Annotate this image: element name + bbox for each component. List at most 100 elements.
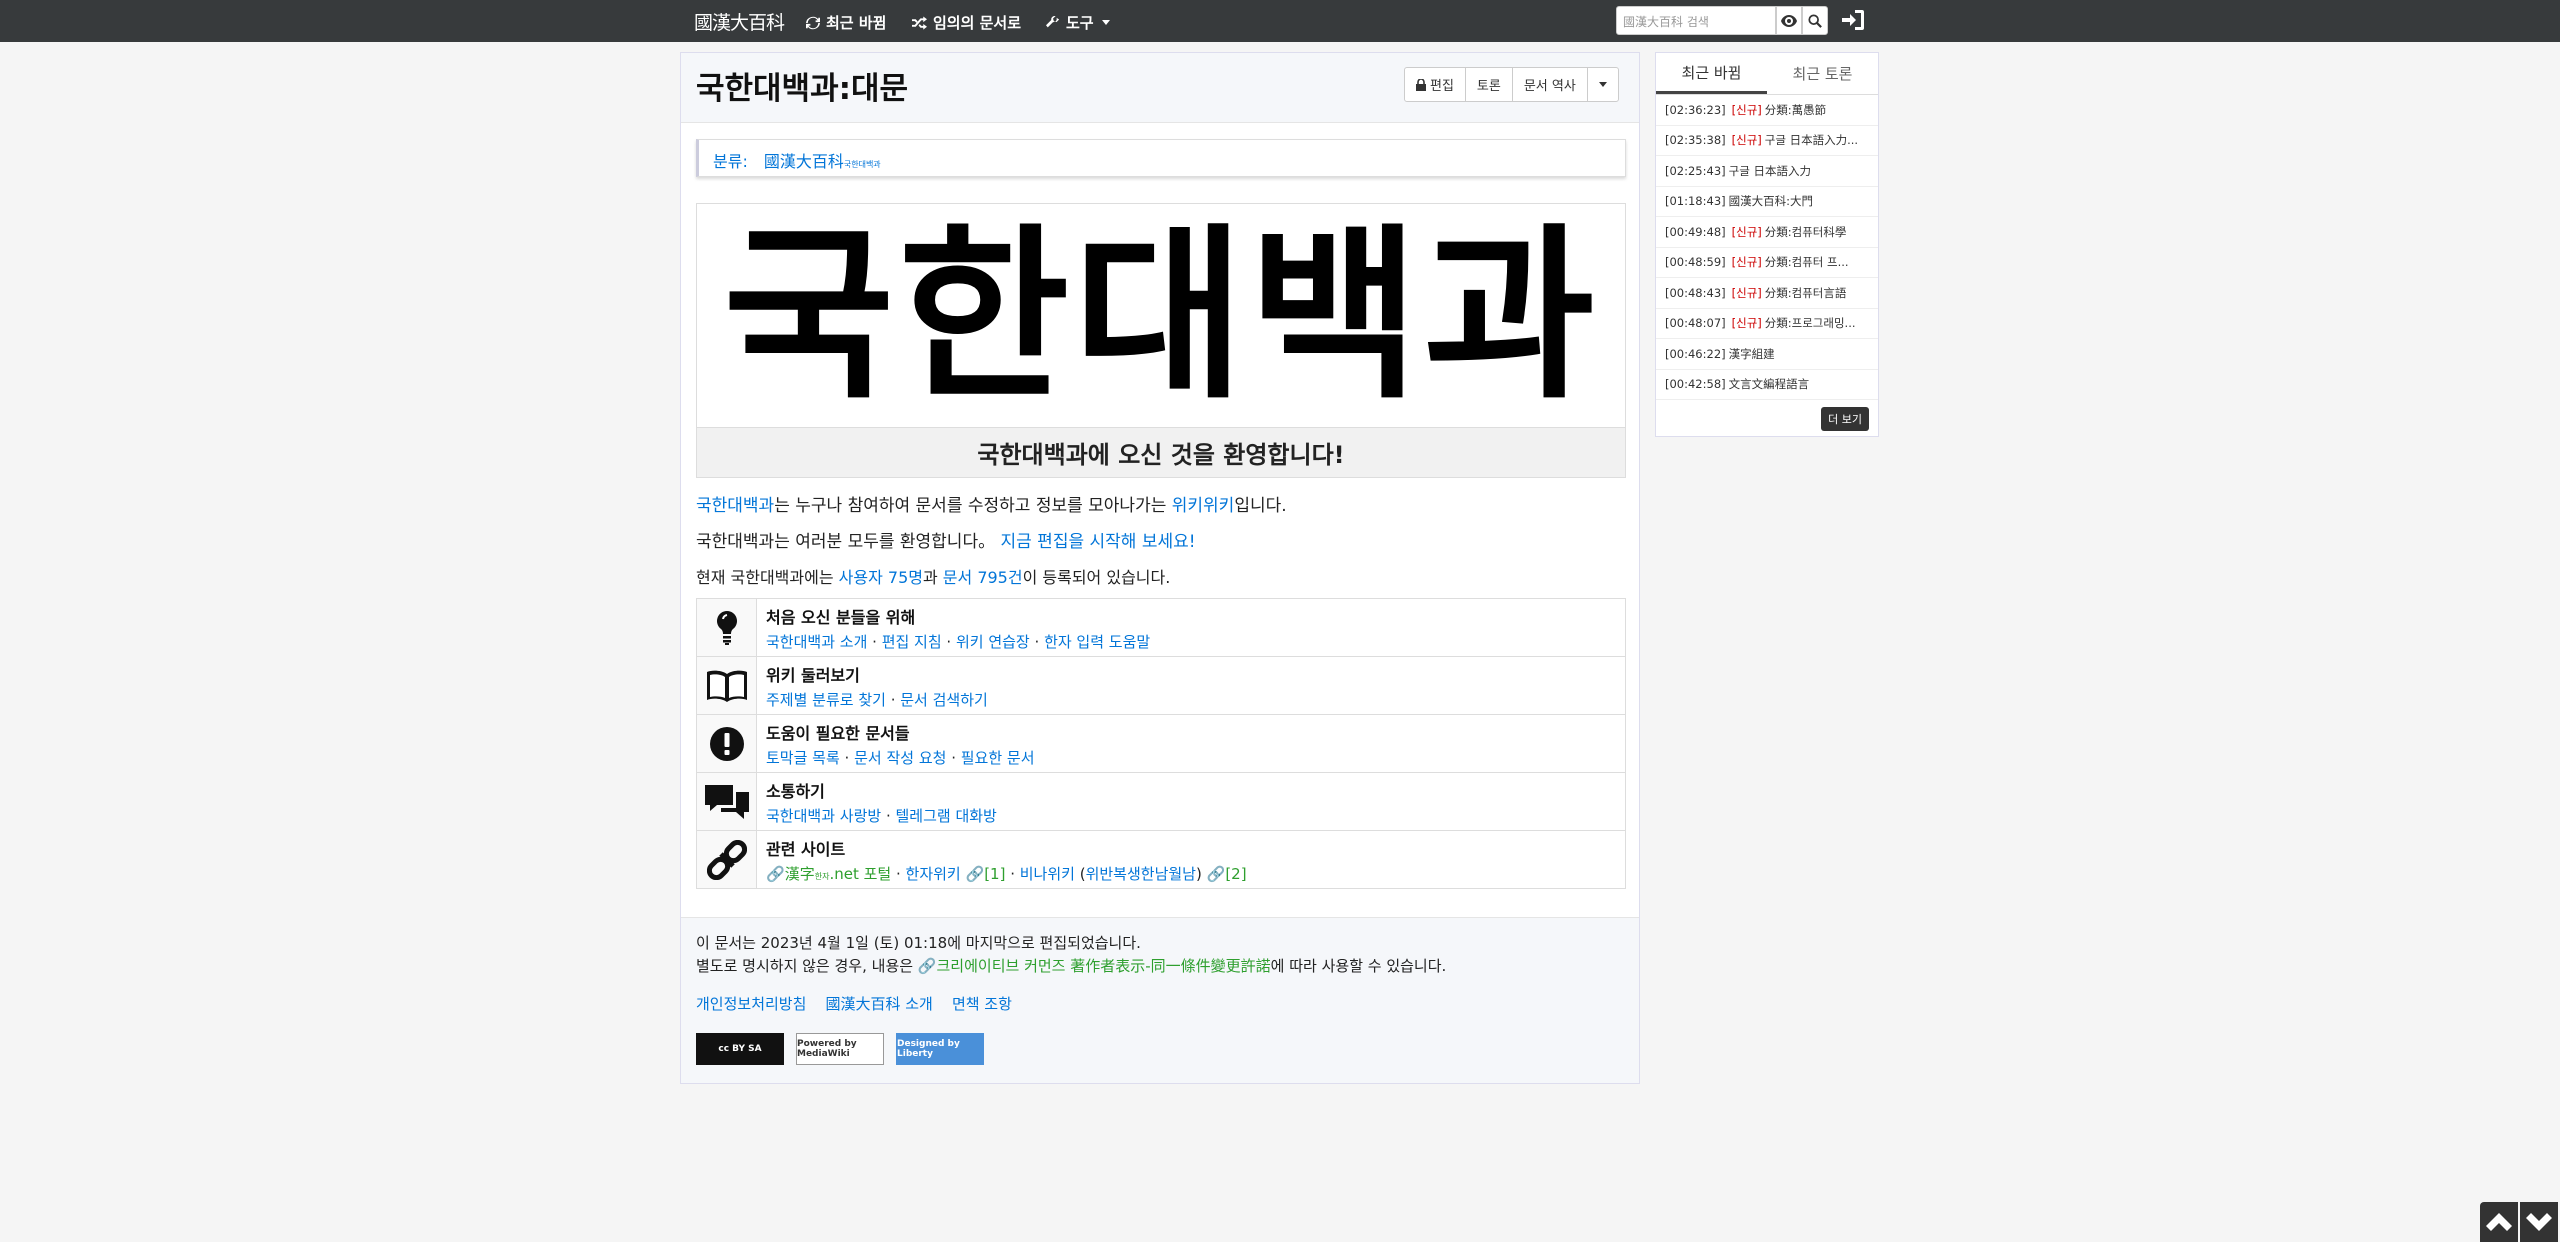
- sandbox-link[interactable]: 위키 연습장: [956, 633, 1030, 651]
- recent-change-title: 文言文編程語言: [1728, 377, 1810, 392]
- recent-change-item[interactable]: [00:42:58] 文言文編程語言: [1656, 370, 1878, 400]
- external-ref-2-link[interactable]: 🔗[2]: [1207, 865, 1247, 883]
- category-label[interactable]: 분류:: [713, 148, 748, 172]
- title-bar: 국한대백과:대문 편집 토론 문서 역사: [681, 53, 1639, 123]
- browse-categories-link[interactable]: 주제별 분류로 찾기: [766, 691, 886, 709]
- vina-wiki-alt-link[interactable]: 위반복생한남월남: [1086, 865, 1196, 883]
- stubs-link[interactable]: 토막글 목록: [766, 749, 840, 767]
- external-ref-2-text: [2]: [1225, 865, 1247, 883]
- hanja-net-main: 漢字: [784, 865, 815, 883]
- recent-change-title: 分類:컴퓨터 프...: [1764, 255, 1849, 270]
- telegram-link[interactable]: 텔레그램 대화방: [895, 807, 996, 825]
- edit-policy-link[interactable]: 편집 지침: [882, 633, 942, 651]
- guide-links: 토막글 목록 · 문서 작성 요청 · 필요한 문서: [766, 749, 1035, 767]
- nav-tools-dropdown[interactable]: 도구: [1046, 12, 1110, 33]
- recent-change-title: 漢字組建: [1728, 346, 1775, 361]
- recent-change-item[interactable]: [02:36:23] [신규] 分類:萬愚節: [1656, 95, 1878, 126]
- edit-label: 편집: [1430, 79, 1454, 94]
- refresh-icon: [806, 16, 820, 29]
- external-link-icon: 🔗: [766, 865, 785, 883]
- category-link-sub: 국한대백과: [843, 160, 881, 169]
- site-link[interactable]: 국한대백과: [696, 496, 774, 516]
- recent-change-time: [00:48:59]: [1665, 255, 1726, 270]
- new-badge: [신규]: [1731, 255, 1762, 270]
- users-count-link[interactable]: 사용자 75명: [839, 568, 923, 587]
- history-button[interactable]: 문서 역사: [1513, 68, 1588, 101]
- vina-wiki-link[interactable]: 비나위키: [1020, 865, 1075, 883]
- login-button[interactable]: [1842, 10, 1864, 34]
- guide-title: 소통하기: [766, 782, 825, 801]
- license-link[interactable]: 🔗크리에이티브 커먼즈 著作者表示-同一條件變更許諾: [918, 957, 1271, 975]
- banner-logo-text: 국한대백과: [723, 206, 1599, 424]
- intro-paragraph: 국한대백과는 누구나 참여하여 문서를 수정하고 정보를 모아나가는 위키위키입…: [696, 491, 1287, 516]
- recent-change-item[interactable]: [00:48:07] [신규] 分類:프로그래밍...: [1656, 309, 1878, 339]
- guide-title: 처음 오신 분들을 위해: [766, 608, 916, 627]
- recent-change-time: [00:42:58]: [1665, 377, 1726, 392]
- external-ref-1-text: [1]: [984, 865, 1006, 883]
- nav-tools-label: 도구: [1066, 14, 1094, 32]
- recent-change-item[interactable]: [02:25:43] 구글 日本語入力: [1656, 156, 1878, 187]
- nav-recent-changes[interactable]: 최근 바뀜: [806, 12, 886, 33]
- disclaimer-link[interactable]: 면책 조항: [952, 995, 1012, 1013]
- recent-change-item[interactable]: [01:18:43] 國漢大百科:大門: [1656, 187, 1878, 217]
- guide-table: 처음 오신 분들을 위해 국한대백과 소개 · 편집 지침 · 위키 연습장 ·…: [696, 598, 1626, 889]
- requests-link[interactable]: 문서 작성 요청: [854, 749, 946, 767]
- wiki-link[interactable]: 위키위키: [1172, 496, 1235, 516]
- recent-change-item[interactable]: [00:48:43] [신규] 分類:컴퓨터言語: [1656, 278, 1878, 309]
- external-ref-1-link[interactable]: 🔗[1]: [966, 865, 1006, 883]
- stats-pre: 현재 국한대백과에는: [696, 568, 839, 587]
- last-edited-text: 이 문서는 2023년 4월 1일 (토) 01:18에 마지막으로 편집되었습…: [696, 934, 1141, 952]
- scroll-top-button[interactable]: [2480, 1202, 2518, 1242]
- main-content: 국한대백과:대문 편집 토론 문서 역사 분류: 國漢大百科국한대백과 국한대백…: [680, 52, 1640, 1084]
- discuss-button[interactable]: 토론: [1466, 68, 1513, 101]
- start-editing-link[interactable]: 지금 편집을 시작해 보세요!: [1001, 532, 1196, 552]
- guide-links: 주제별 분류로 찾기 · 문서 검색하기: [766, 691, 988, 709]
- recent-change-time: [02:36:23]: [1665, 102, 1726, 117]
- recent-change-item[interactable]: [02:35:38] [신규] 구글 日本語入力...: [1656, 126, 1878, 156]
- liberty-skin-badge[interactable]: Designed by Liberty: [896, 1033, 984, 1065]
- category-link[interactable]: 國漢大百科국한대백과: [764, 148, 881, 172]
- guide-title: 관련 사이트: [766, 840, 846, 859]
- search-input[interactable]: 國漢大百科 검색: [1616, 6, 1776, 35]
- docs-count-link[interactable]: 문서 795건: [943, 568, 1023, 587]
- village-pump-link[interactable]: 국한대백과 사랑방: [766, 807, 881, 825]
- site-brand[interactable]: 國漢大百科: [694, 8, 785, 35]
- hanja-wiki-link[interactable]: 한자위키: [906, 865, 961, 883]
- search-docs-link[interactable]: 문서 검색하기: [900, 691, 988, 709]
- recent-change-item[interactable]: [00:46:22] 漢字組建: [1656, 339, 1878, 370]
- shuffle-icon: [912, 15, 927, 30]
- license-text: 별도로 명시하지 않은 경우, 내용은 🔗크리에이티브 커먼즈 著作者表示-同一…: [696, 955, 1446, 976]
- recent-change-time: [02:35:38]: [1665, 133, 1726, 148]
- search-button[interactable]: [1802, 6, 1828, 35]
- about-site-link[interactable]: 國漢大百科 소개: [825, 995, 932, 1013]
- external-link-icon: 🔗: [965, 865, 985, 883]
- recent-change-item[interactable]: [00:48:59] [신규] 分類:컴퓨터 프...: [1656, 248, 1878, 278]
- search-preview-button[interactable]: [1776, 6, 1802, 35]
- mediawiki-badge[interactable]: Powered by MediaWiki: [796, 1033, 884, 1065]
- guide-row-related: 관련 사이트 🔗漢字한자.net 포털 · 한자위키 🔗[1] · 비나위키 (…: [697, 831, 1625, 889]
- cc-license-badge[interactable]: cc BY SA: [696, 1033, 784, 1065]
- tab-recent-discussions[interactable]: 최근 토론: [1767, 53, 1878, 94]
- hanja-input-help-link[interactable]: 한자 입력 도움말: [1044, 633, 1150, 651]
- recent-change-item[interactable]: [00:49:48] [신규] 分類:컴퓨터科學: [1656, 217, 1878, 248]
- about-link[interactable]: 국한대백과 소개: [766, 633, 867, 651]
- scroll-bottom-button[interactable]: [2520, 1202, 2558, 1242]
- recent-change-title: 구글 日本語入力...: [1764, 133, 1859, 148]
- recent-change-title: 國漢大百科:大門: [1728, 194, 1813, 209]
- nav-random-doc[interactable]: 임의의 문서로: [912, 12, 1021, 33]
- new-badge: [신규]: [1731, 133, 1762, 148]
- intro-text: 는 누구나 참여하여 문서를 수정하고 정보를 모아나가는: [774, 496, 1172, 516]
- wanted-pages-link[interactable]: 필요한 문서: [961, 749, 1035, 767]
- more-actions-button[interactable]: [1588, 68, 1618, 101]
- recent-change-time: [02:25:43]: [1665, 163, 1726, 178]
- more-button[interactable]: 더 보기: [1821, 407, 1869, 431]
- hanja-net-portal-link[interactable]: 🔗漢字한자.net 포털: [766, 865, 891, 883]
- nav-random-doc-label: 임의의 문서로: [933, 14, 1022, 32]
- external-link-icon: 🔗: [1206, 865, 1226, 883]
- comments-icon: [704, 784, 749, 819]
- tab-recent-changes[interactable]: 최근 바뀜: [1656, 53, 1767, 94]
- hanja-net-tail: .net 포털: [829, 865, 892, 883]
- stats-paragraph: 현재 국한대백과에는 사용자 75명과 문서 795건이 등록되어 있습니다.: [696, 564, 1170, 588]
- edit-button[interactable]: 편집: [1405, 68, 1466, 101]
- privacy-link[interactable]: 개인정보처리방침: [696, 995, 806, 1013]
